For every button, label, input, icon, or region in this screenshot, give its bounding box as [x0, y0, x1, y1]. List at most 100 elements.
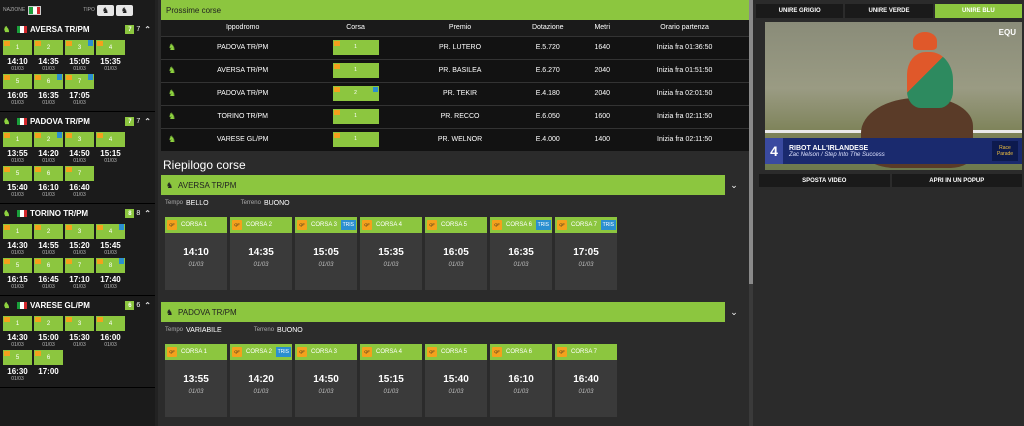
corsa-pill[interactable]: 1: [332, 40, 379, 55]
summary-race-card[interactable]: QF CORSA 7 TRIS 17:05 01/03: [555, 217, 617, 290]
qf-icon: QF: [232, 347, 242, 357]
main-scrollbar-thumb[interactable]: [749, 0, 753, 284]
race-tile[interactable]: 5 15:40 01/03: [3, 166, 32, 198]
race-tile[interactable]: 1 14:10 01/03: [3, 40, 32, 72]
chevron-down-icon[interactable]: ⌄: [724, 302, 744, 322]
summary-race-card[interactable]: QF CORSA 3 14:50 01/03: [295, 344, 357, 417]
race-tile-number: 8: [96, 258, 125, 273]
summary-race-card[interactable]: QF CORSA 5 16:05 01/03: [425, 217, 487, 290]
cell-orario: Inizia fra 01:51:50: [620, 58, 749, 82]
race-tile[interactable]: 7 16:40 01/03: [65, 166, 94, 198]
race-tile[interactable]: 7 17:05 01/03: [65, 74, 94, 106]
qf-icon: QF: [362, 347, 372, 357]
horse-icon: ♞: [3, 25, 11, 34]
chevron-up-icon[interactable]: ⌃: [144, 117, 151, 126]
race-tile[interactable]: 5 16:30 01/03: [3, 350, 32, 382]
race-tile[interactable]: 3 15:30 01/03: [65, 316, 94, 348]
italy-flag-filter[interactable]: [28, 5, 42, 15]
race-time: 16:45: [38, 275, 59, 284]
summary-race-card[interactable]: QF CORSA 4 15:15 01/03: [360, 344, 422, 417]
race-tile[interactable]: 2 15:00 01/03: [34, 316, 63, 348]
qf-icon: [97, 133, 103, 138]
venue-header[interactable]: ♞ TORINO TR/PM 8 8 ⌃: [0, 204, 155, 223]
next-race-row[interactable]: ♞ PADOVA TR/PM 2 PR. TEKIR E.4.180 2040 Inizia…: [161, 81, 749, 105]
corsa-pill[interactable]: 1: [332, 109, 379, 124]
summary-race-card[interactable]: QF CORSA 1 14:10 01/03: [165, 217, 227, 290]
race-date: 01/03: [11, 376, 24, 382]
channel-tab[interactable]: UNIRE VERDE: [845, 4, 933, 18]
race-tile[interactable]: 1 14:30 01/03: [3, 224, 32, 256]
summary-race-card[interactable]: QF CORSA 4 15:35 01/03: [360, 217, 422, 290]
summary-header[interactable]: ♞ AVERSA TR/PM: [161, 175, 725, 195]
cell-premio: PR. TEKIR: [408, 81, 512, 105]
race-tile[interactable]: 1 13:55 01/03: [3, 132, 32, 164]
chevron-down-icon[interactable]: ⌄: [724, 175, 744, 195]
trotto-filter-button[interactable]: ♞: [96, 4, 114, 16]
venue-header[interactable]: ♞ VARESE GL/PM 6 6 ⌃: [0, 296, 155, 315]
italy-flag-icon: [17, 302, 27, 309]
galoppo-filter-button[interactable]: ♞: [115, 4, 133, 16]
summary-race-card[interactable]: QF CORSA 1 13:55 01/03: [165, 344, 227, 417]
summary-race-card[interactable]: QF CORSA 6 16:10 01/03: [490, 344, 552, 417]
next-race-row[interactable]: ♞ AVERSA TR/PM 1 PR. BASILEA E.6.270 2040 Iniz…: [161, 58, 749, 82]
qf-icon: [35, 259, 41, 264]
summary-race-card[interactable]: QF CORSA 6 TRIS 16:35 01/03: [490, 217, 552, 290]
summary-block: ♞ PADOVA TR/PM ⌄ Tempo VARIABILE Terreno BUONO…: [161, 302, 752, 421]
corsa-pill[interactable]: 2: [332, 86, 379, 101]
venue-races: 1 14:30 01/03 2 15:00 01/03 3 15:30 01/03 4 16:00 0…: [0, 315, 155, 387]
race-tile[interactable]: 4 15:35 01/03: [96, 40, 125, 72]
race-tile[interactable]: 6 16:10 01/03: [34, 166, 63, 198]
live-video[interactable]: EQU 4 RIBOT ALL'IRLANDESE Zac Nelson / S…: [765, 22, 1022, 170]
race-tile[interactable]: 6 16:35 01/03: [34, 74, 63, 106]
venue-header[interactable]: ♞ AVERSA TR/PM 7 7 ⌃: [0, 20, 155, 39]
corsa-pill[interactable]: 1: [332, 132, 379, 148]
channel-brand: EQU: [998, 28, 1016, 37]
race-tile[interactable]: 6 16:45 01/03: [34, 258, 63, 290]
open-popup-button[interactable]: APRI IN UN POPUP: [891, 174, 1022, 187]
next-race-row[interactable]: ♞ TORINO TR/PM 1 PR. RECCO E.6.050 1600 Inizia…: [161, 104, 749, 128]
channel-tab[interactable]: UNIRE GRIGIO: [756, 4, 844, 18]
chevron-up-icon[interactable]: ⌃: [144, 301, 151, 310]
race-number: 7: [77, 78, 82, 85]
channel-tab[interactable]: UNIRE BLU: [934, 4, 1022, 18]
race-tile[interactable]: 4 16:00 01/03: [96, 316, 125, 348]
summary-race-card[interactable]: QF CORSA 2 14:35 01/03: [230, 217, 292, 290]
venue-list: ♞ AVERSA TR/PM 7 7 ⌃ 1 14:10 01/03 2 14:35 01/03 3 1…: [0, 20, 155, 388]
summary-race-card[interactable]: QF CORSA 3 TRIS 15:05 01/03: [295, 217, 357, 290]
race-tile-number: 3: [65, 224, 94, 239]
venue-header[interactable]: ♞ PADOVA TR/PM 7 7 ⌃: [0, 112, 155, 131]
race-tile[interactable]: 4 15:45 01/03: [96, 224, 125, 256]
summary-header[interactable]: ♞ PADOVA TR/PM: [161, 302, 725, 322]
qf-icon: [4, 133, 10, 138]
race-tile[interactable]: 8 17:40 01/03: [96, 258, 125, 290]
race-tile[interactable]: 4 15:15 01/03: [96, 132, 125, 164]
qf-icon: [333, 87, 340, 92]
move-video-button[interactable]: SPOSTA VIDEO: [759, 174, 890, 187]
cell-premio: PR. BASILEA: [408, 58, 512, 82]
corsa-pill[interactable]: 1: [332, 63, 379, 78]
race-tile[interactable]: 5 16:15 01/03: [3, 258, 32, 290]
next-race-row[interactable]: ♞ PADOVA TR/PM 1 PR. LUTERO E.5.720 1640 Inizi…: [161, 35, 749, 59]
race-tile[interactable]: 1 14:30 01/03: [3, 316, 32, 348]
race-tile[interactable]: 3 15:05 01/03: [65, 40, 94, 72]
race-number: 4: [108, 320, 113, 327]
race-tile[interactable]: 2 14:35 01/03: [34, 40, 63, 72]
summary-race-header: QF CORSA 5: [425, 217, 487, 233]
race-tile[interactable]: 3 14:50 01/03: [65, 132, 94, 164]
summary-race-card[interactable]: QF CORSA 5 15:40 01/03: [425, 344, 487, 417]
race-tile[interactable]: 6 17:00: [34, 350, 63, 382]
race-tile[interactable]: 2 14:20 01/03: [34, 132, 63, 164]
qf-icon: [97, 41, 103, 46]
summary-race-card[interactable]: QF CORSA 7 16:40 01/03: [555, 344, 617, 417]
race-tile[interactable]: 7 17:10 01/03: [65, 258, 94, 290]
chevron-up-icon[interactable]: ⌃: [144, 25, 151, 34]
summary-race-card[interactable]: QF CORSA 2 TRIS 14:20 01/03: [230, 344, 292, 417]
summary-race-date: 01/03: [383, 262, 399, 268]
chevron-up-icon[interactable]: ⌃: [144, 209, 151, 218]
main-scrollbar-track[interactable]: [749, 284, 753, 426]
race-tile[interactable]: 3 15:20 01/03: [65, 224, 94, 256]
race-tile-number: 4: [96, 132, 125, 147]
race-tile[interactable]: 2 14:55 01/03: [34, 224, 63, 256]
race-tile[interactable]: 5 16:05 01/03: [3, 74, 32, 106]
next-race-row[interactable]: ♞ VARESE GL/PM 1 PR. WELNOR E.4.000 1400 Inizi…: [161, 127, 749, 151]
